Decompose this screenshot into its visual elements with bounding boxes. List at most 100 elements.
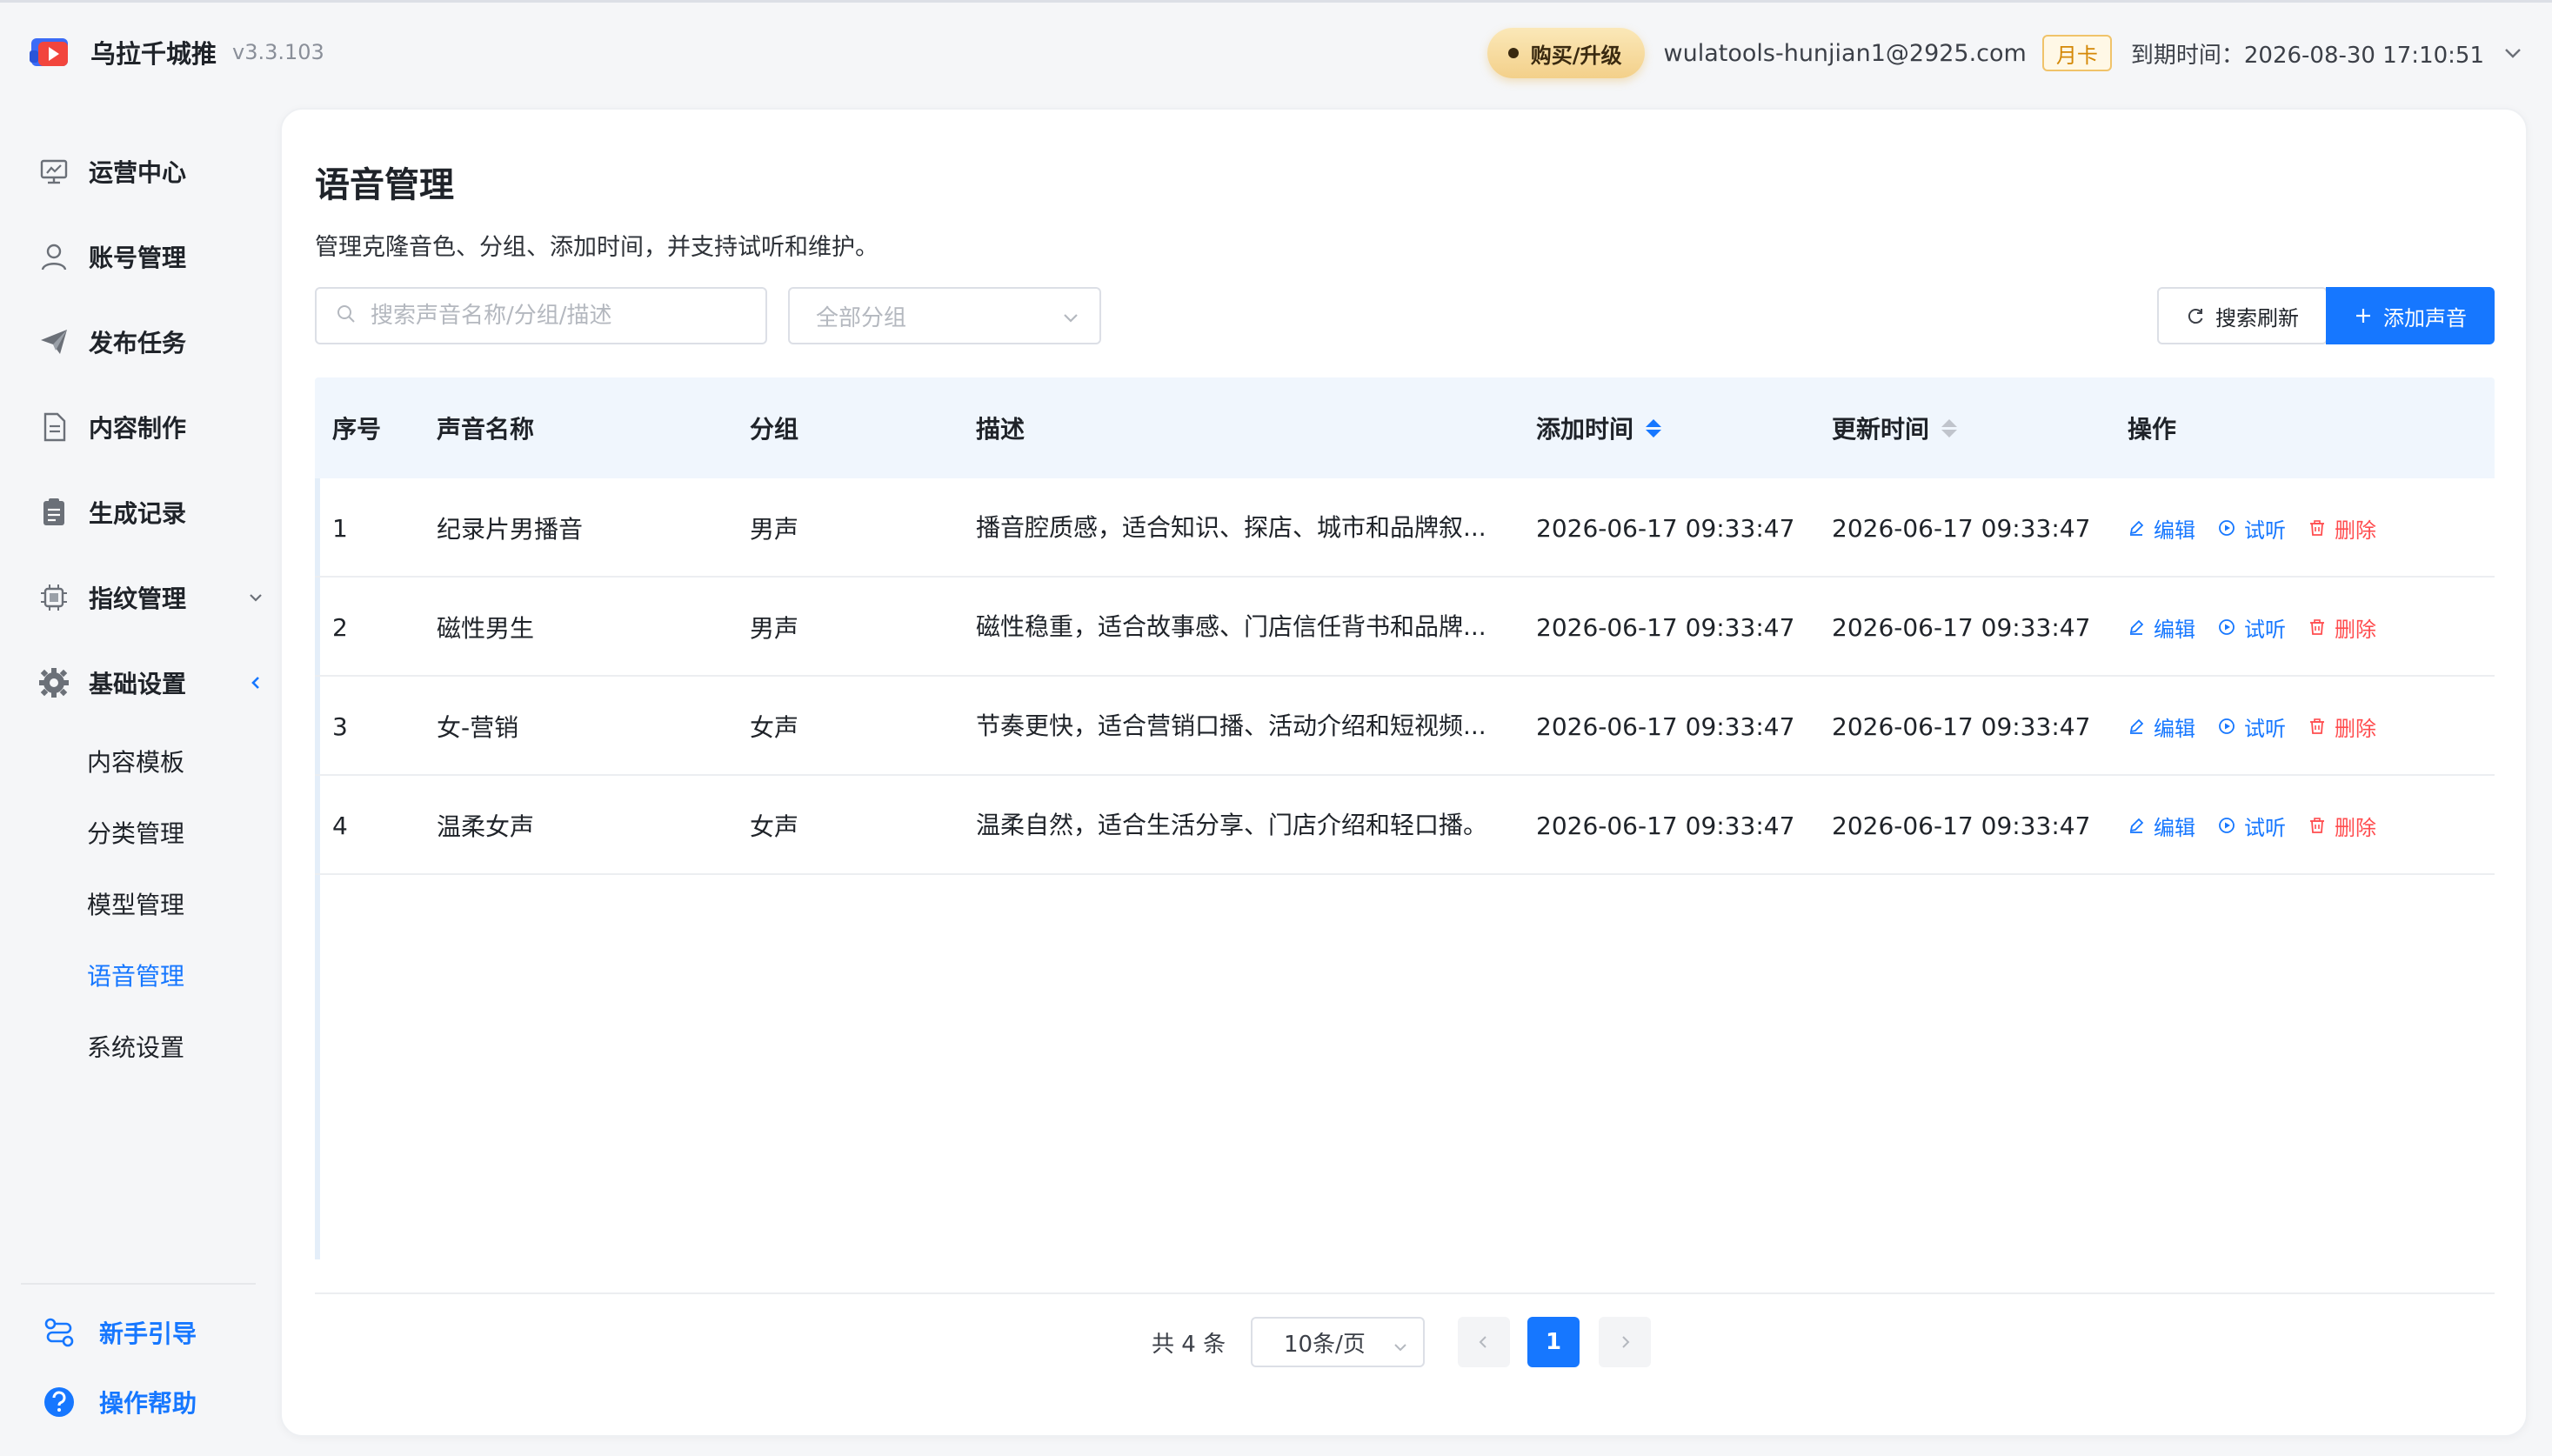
search-input[interactable]: [371, 303, 753, 329]
expire-time: 到期时间：2026-08-30 17:10:51: [2130, 42, 2484, 69]
sidebar-item-basic-settings[interactable]: 基础设置: [38, 640, 264, 725]
sidebar-item-accounts[interactable]: 账号管理: [38, 214, 264, 299]
window-top-border: [0, 0, 2552, 3]
sidebar-divider: [21, 1283, 256, 1285]
cell-updated: 2026-06-17 09:33:47: [1832, 711, 2091, 741]
edit-label: 编辑: [2154, 716, 2195, 741]
voice-table: 序号 声音名称 分组 描述 添加时间 更新时间 操作 1 纪录片男播音 男声 播…: [315, 377, 2495, 1259]
add-voice-label: 添加声音: [2383, 305, 2467, 331]
sidebar-item-label: 运营中心: [89, 158, 187, 187]
column-header-index: 序号: [332, 415, 382, 444]
sidebar-item-operations[interactable]: 运营中心: [38, 129, 264, 214]
sidebar-item-publish[interactable]: 发布任务: [38, 299, 264, 384]
sidebar-nav: 运营中心 账号管理 发布任务 内容制作 生成记录 指纹管理 基础设置 内容模板 …: [38, 129, 264, 1082]
sidebar-item-fingerprint[interactable]: 指纹管理: [38, 555, 264, 640]
search-refresh-button[interactable]: 搜索刷新: [2157, 287, 2328, 344]
column-header-created[interactable]: 添加时间: [1536, 377, 1662, 478]
play-icon: [2219, 818, 2235, 833]
sidebar-item-records[interactable]: 生成记录: [38, 470, 264, 555]
page-size-select[interactable]: 10条/页: [1251, 1317, 1425, 1367]
column-header-actions: 操作: [2128, 415, 2177, 444]
chevron-left-icon: [247, 669, 264, 698]
cell-index: 3: [332, 711, 348, 741]
cell-created: 2026-06-17 09:33:47: [1536, 612, 1795, 642]
chevron-down-icon[interactable]: [2503, 43, 2522, 63]
user-icon: [38, 241, 70, 272]
play-icon: [2219, 520, 2235, 536]
cell-name: 温柔女声: [437, 812, 535, 841]
table-header: 序号 声音名称 分组 描述 添加时间 更新时间 操作: [315, 377, 2495, 478]
cell-updated: 2026-06-17 09:33:47: [1832, 513, 2091, 543]
play-icon: [2219, 718, 2235, 734]
sidebar-subitem-model[interactable]: 模型管理: [38, 868, 264, 939]
cell-description: 温柔自然，适合生活分享、门店介绍和轻口播。: [976, 811, 1488, 839]
delete-button[interactable]: 删除: [2308, 513, 2376, 544]
trash-icon: [2310, 520, 2324, 536]
sidebar-subitem-content-template[interactable]: 内容模板: [38, 725, 264, 797]
chip-icon: [38, 582, 70, 613]
edit-button[interactable]: 编辑: [2128, 811, 2195, 841]
route-icon: [42, 1315, 77, 1350]
search-box[interactable]: [315, 287, 767, 344]
prev-page-button[interactable]: [1458, 1317, 1510, 1367]
sidebar-item-label: 生成记录: [89, 499, 187, 528]
preview-label: 试听: [2244, 617, 2286, 642]
sort-icon[interactable]: [1646, 418, 1662, 437]
preview-button[interactable]: 试听: [2218, 612, 2286, 643]
column-header-label: 更新时间: [1832, 415, 1930, 444]
sidebar-item-label: 内容制作: [89, 414, 187, 443]
sidebar-item-content[interactable]: 内容制作: [38, 384, 264, 470]
page-size-value: 10条/页: [1284, 1331, 1366, 1358]
cell-group: 男声: [750, 614, 799, 643]
app-logo-icon: [30, 35, 75, 70]
sidebar-guide-link[interactable]: 新手引导: [42, 1306, 197, 1359]
delete-button[interactable]: 删除: [2308, 612, 2376, 643]
edit-button[interactable]: 编辑: [2128, 711, 2195, 742]
edit-button[interactable]: 编辑: [2128, 612, 2195, 643]
edit-icon: [2129, 520, 2144, 536]
account-email: wulatools-hunjian1@2925.com: [1663, 39, 2027, 67]
column-header-name: 声音名称: [437, 415, 535, 444]
column-header-description: 描述: [976, 415, 1025, 444]
sidebar-subitem-category[interactable]: 分类管理: [38, 797, 264, 868]
preview-label: 试听: [2244, 815, 2286, 840]
group-select[interactable]: 全部分组: [788, 287, 1101, 344]
delete-button[interactable]: 删除: [2308, 711, 2376, 742]
sidebar-subitem-voice[interactable]: 语音管理: [38, 939, 264, 1011]
chevron-right-icon: [1622, 1336, 1630, 1348]
cell-group: 女声: [750, 713, 799, 742]
cell-actions: 编辑 试听 删除: [2128, 478, 2399, 578]
sidebar-subitem-system[interactable]: 系统设置: [38, 1011, 264, 1082]
sort-icon[interactable]: [1941, 418, 1958, 437]
sidebar-help-link[interactable]: 操作帮助: [42, 1376, 197, 1428]
add-voice-button[interactable]: 添加声音: [2326, 287, 2495, 344]
header-account-bar: 购买/升级 wulatools-hunjian1@2925.com 月卡 到期时…: [1486, 28, 2522, 78]
column-header-updated[interactable]: 更新时间: [1832, 377, 1958, 478]
buy-upgrade-label: 购买/升级: [1530, 43, 1622, 68]
page-button-current[interactable]: 1: [1527, 1317, 1580, 1367]
preview-button[interactable]: 试听: [2218, 513, 2286, 544]
delete-label: 删除: [2335, 617, 2376, 642]
cell-index: 4: [332, 811, 348, 840]
delete-button[interactable]: 删除: [2308, 811, 2376, 841]
cell-group: 男声: [750, 515, 799, 544]
pagination: 共 4 条 10条/页 1: [282, 1317, 2529, 1367]
edit-icon: [2129, 619, 2144, 635]
edit-label: 编辑: [2154, 617, 2195, 642]
column-header-label: 添加时间: [1536, 415, 1634, 444]
edit-icon: [2129, 718, 2144, 734]
next-page-button[interactable]: [1599, 1317, 1651, 1367]
document-icon: [38, 411, 70, 443]
cell-actions: 编辑 试听 删除: [2128, 677, 2399, 776]
pagination-total: 共 4 条: [1152, 1331, 1226, 1358]
edit-button[interactable]: 编辑: [2128, 513, 2195, 544]
preview-label: 试听: [2244, 716, 2286, 741]
app-name: 乌拉千城推: [90, 39, 217, 69]
preview-button[interactable]: 试听: [2218, 711, 2286, 742]
buy-upgrade-button[interactable]: 购买/升级: [1486, 28, 1645, 78]
preview-button[interactable]: 试听: [2218, 811, 2286, 841]
cell-name: 纪录片男播音: [437, 515, 584, 544]
cell-actions: 编辑 试听 删除: [2128, 578, 2399, 677]
edit-label: 编辑: [2154, 815, 2195, 840]
help-icon: [42, 1385, 77, 1419]
